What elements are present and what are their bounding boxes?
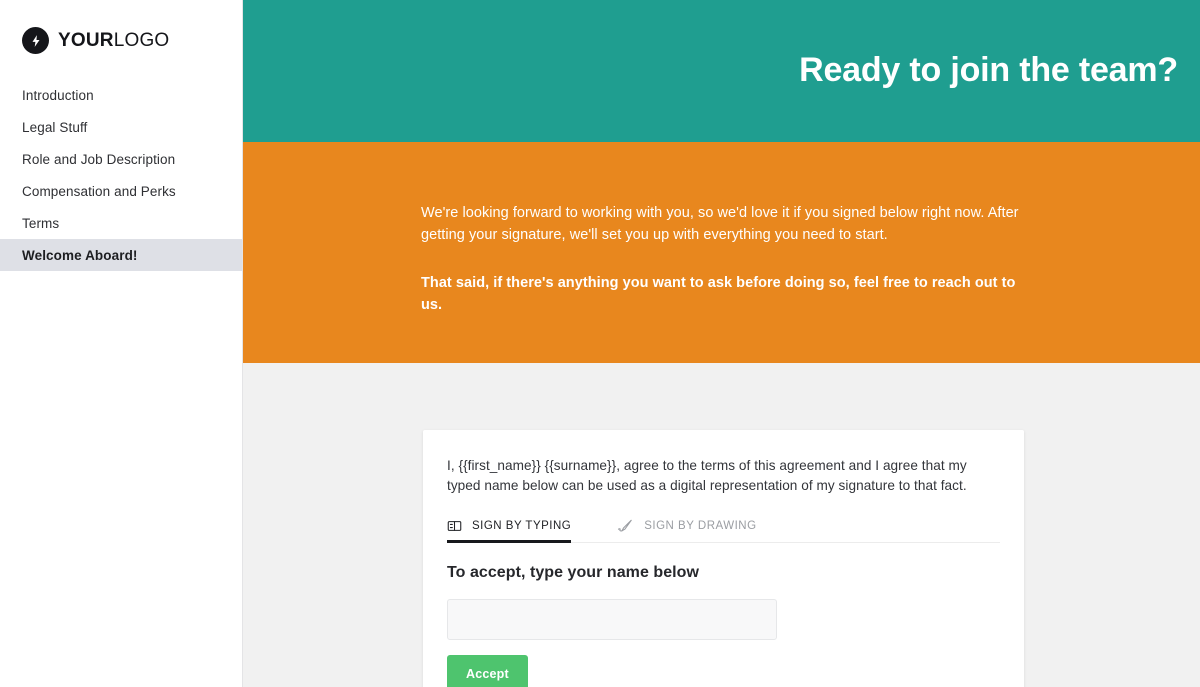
tab-sign-by-typing-label: Sign by typing [472,519,572,532]
sidebar-nav: Introduction Legal Stuff Role and Job De… [0,79,242,271]
intro-lead-text: We're looking forward to working with yo… [421,205,1019,244]
lightning-bolt-icon [22,27,49,54]
tab-sign-by-drawing-label: Sign by drawing [644,519,757,532]
signature-name-input[interactable] [447,598,777,640]
keyboard-icon [447,519,462,533]
signature-tabs: Sign by typing Sign by drawing [447,519,1000,543]
page-title: Ready to join the team? [799,51,1178,90]
sidebar-item-welcome-aboard[interactable]: Welcome Aboard! [0,239,242,271]
logo[interactable]: YOURLOGO [0,0,242,54]
pen-icon [617,519,634,533]
sidebar-item-compensation-and-perks[interactable]: Compensation and Perks [0,175,242,207]
tab-sign-by-drawing[interactable]: Sign by drawing [617,519,756,542]
accept-heading: To accept, type your name below [447,563,699,581]
logo-text-light: LOGO [113,30,170,51]
sidebar: YOURLOGO Introduction Legal Stuff Role a… [0,0,243,687]
main-content: Ready to join the team? We're looking fo… [243,0,1200,687]
hero-banner: Ready to join the team? [243,0,1200,142]
sidebar-item-role-and-job-description[interactable]: Role and Job Description [0,143,242,175]
accept-button[interactable]: Accept [447,654,528,687]
signature-card: I, {{first_name}} {{surname}}, agree to … [423,430,1024,687]
intro-banner: We're looking forward to working with yo… [243,142,1200,363]
tab-sign-by-typing[interactable]: Sign by typing [447,519,572,543]
intro-cta-text: That said, if there's anything you want … [421,274,1016,314]
consent-text: I, {{first_name}} {{surname}}, agree to … [447,458,967,494]
logo-text-bold: YOUR [58,30,114,51]
logo-text: YOURLOGO [58,31,169,50]
sidebar-item-introduction[interactable]: Introduction [0,79,242,111]
signature-page: YOURLOGO Introduction Legal Stuff Role a… [0,0,1200,687]
signature-section: I, {{first_name}} {{surname}}, agree to … [243,363,1200,687]
sidebar-item-terms[interactable]: Terms [0,207,242,239]
sidebar-item-legal-stuff[interactable]: Legal Stuff [0,111,242,143]
